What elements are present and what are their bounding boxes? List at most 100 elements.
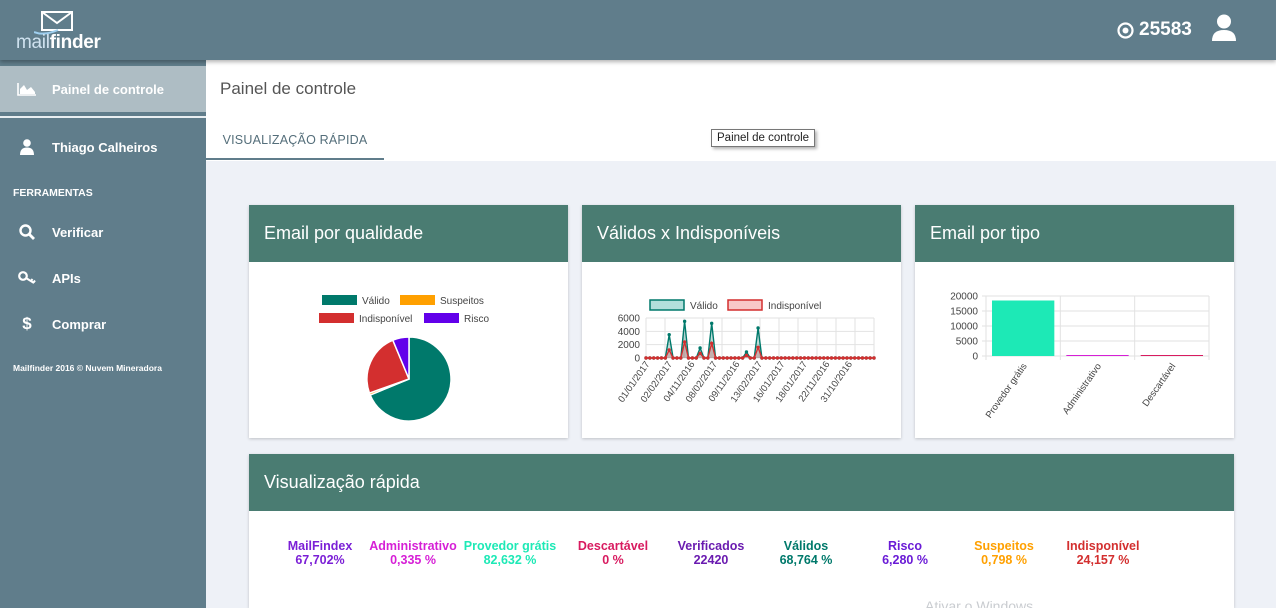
stat-item: Risco 6,280 % <box>856 539 954 567</box>
data-point <box>690 356 695 360</box>
data-point <box>694 356 698 360</box>
data-point <box>764 356 768 360</box>
data-point <box>698 351 702 356</box>
data-point <box>698 346 702 350</box>
stat-item: MailFindex 67,702% <box>271 539 369 567</box>
credits-value: 25583 <box>1139 19 1192 40</box>
logo-text: mailfinder <box>16 32 101 53</box>
data-point <box>667 332 671 337</box>
stat-item: Indisponível 24,157 % <box>1054 539 1152 567</box>
data-point <box>706 356 710 360</box>
area-chart-icon <box>14 82 40 96</box>
data-point <box>864 356 868 360</box>
mailfinder-logo[interactable]: mailfinder <box>14 8 124 54</box>
user-menu-button[interactable] <box>1211 14 1241 46</box>
data-point <box>648 356 652 360</box>
sidebar-item-apis[interactable]: APIs <box>0 255 206 301</box>
stat-item: Administrativo 0,335 % <box>364 539 462 567</box>
y-tick-label: 15000 <box>950 307 978 318</box>
data-point <box>783 356 787 360</box>
data-point <box>872 356 876 360</box>
data-point <box>644 356 648 360</box>
stat-value: 0,335 % <box>390 553 436 567</box>
sidebar-item-label: Verificar <box>52 224 104 240</box>
dollar-icon: $ <box>22 314 32 333</box>
data-point <box>779 356 783 360</box>
data-point <box>686 356 691 360</box>
y-tick-label: 20000 <box>950 292 978 303</box>
data-point <box>860 356 865 360</box>
valid-vs-line-chart: Válido Indisponível020004000600001/01/201… <box>616 299 876 405</box>
legend-swatch <box>319 313 354 323</box>
card-title: Válidos x Indisponíveis <box>582 205 901 262</box>
stat-value: 82,632 % <box>483 553 537 567</box>
data-point <box>725 356 729 360</box>
sidebar-item-buy[interactable]: $ Comprar <box>0 301 206 347</box>
user-icon <box>1212 14 1236 41</box>
stat-label: Provedor grátis <box>463 539 557 553</box>
stat-item: Suspeitos 0,798 % <box>955 539 1053 567</box>
legend-label: Risco <box>464 314 489 325</box>
sidebar-item-user[interactable]: Thiago Calheiros <box>0 124 206 170</box>
stat-value: 6,280 % <box>882 553 928 567</box>
search-icon <box>14 224 40 240</box>
data-point <box>791 356 795 360</box>
data-point <box>795 356 799 360</box>
data-point <box>771 356 776 360</box>
data-point <box>679 356 683 360</box>
key-icon <box>14 271 40 285</box>
tab-underline <box>206 158 384 160</box>
data-point <box>856 356 861 360</box>
data-point <box>833 356 838 360</box>
stat-label: Descartável <box>577 539 649 553</box>
sidebar-item-verify[interactable]: Verificar <box>0 209 206 255</box>
credits-counter[interactable]: 25583 <box>1117 19 1192 41</box>
data-point <box>713 356 718 360</box>
stat-label: Indisponível <box>1066 539 1140 553</box>
tooltip: Painel de controle <box>711 129 816 147</box>
data-point <box>829 356 834 360</box>
sidebar-item-label: Painel de controle <box>52 81 164 97</box>
stat-value: 0 % <box>602 553 624 567</box>
stat-value: 22420 <box>693 553 729 567</box>
data-point <box>818 356 822 360</box>
type-bar-chart: 0 5000 10000 15000 20000 Provedor grátis Admin… <box>950 292 1210 420</box>
y-tick-label: 0 <box>972 352 978 363</box>
stat-item: Provedor grátis 82,632 % <box>461 539 559 567</box>
quality-pie-chart: Válido Suspeitos Indisponível Risco <box>319 295 489 422</box>
bar <box>992 300 1055 356</box>
data-point <box>810 356 814 360</box>
data-point <box>667 348 671 352</box>
data-point <box>748 356 753 360</box>
card-title: Email por tipo <box>915 205 1234 262</box>
card-title: Visualização rápida <box>249 454 1234 511</box>
data-point <box>760 356 764 360</box>
type-card: Email por tipo 0 5000 10000 15000 20000 Prove… <box>915 205 1234 438</box>
stat-label: Verificados <box>677 539 745 553</box>
data-point <box>744 350 749 354</box>
data-point <box>787 356 791 360</box>
stat-item: Verificados 22420 <box>662 539 760 567</box>
user-icon <box>14 139 40 155</box>
tab-quick-view[interactable]: VISUALIZAÇÃO RÁPIDA <box>206 120 384 160</box>
data-point <box>682 340 687 344</box>
sidebar-item-dashboard[interactable]: Painel de controle <box>0 66 206 112</box>
data-point <box>740 356 745 360</box>
y-tick-label: 5000 <box>956 337 979 348</box>
sidebar-divider <box>0 116 206 118</box>
valid-vs-card: Válidos x Indisponíveis Válido Indisponív… <box>582 205 901 438</box>
x-tick-label: Descartável <box>1141 361 1179 408</box>
y-tick-label: 10000 <box>950 322 978 333</box>
x-tick-label: Administrativo <box>1061 361 1104 416</box>
data-point <box>675 356 679 360</box>
sidebar-footer: Mailfinder 2016 © Nuvem Mineradora <box>13 363 162 373</box>
data-point <box>802 356 807 360</box>
data-point <box>806 356 811 360</box>
stat-value: 67,702% <box>295 553 345 567</box>
stat-value: 68,764 % <box>779 553 833 567</box>
data-point <box>733 356 737 360</box>
sidebar-item-label: APIs <box>52 270 81 286</box>
legend-label: Suspeitos <box>440 296 484 307</box>
legend-label: Válido <box>362 296 390 307</box>
legend-label: Indisponível <box>359 314 412 325</box>
